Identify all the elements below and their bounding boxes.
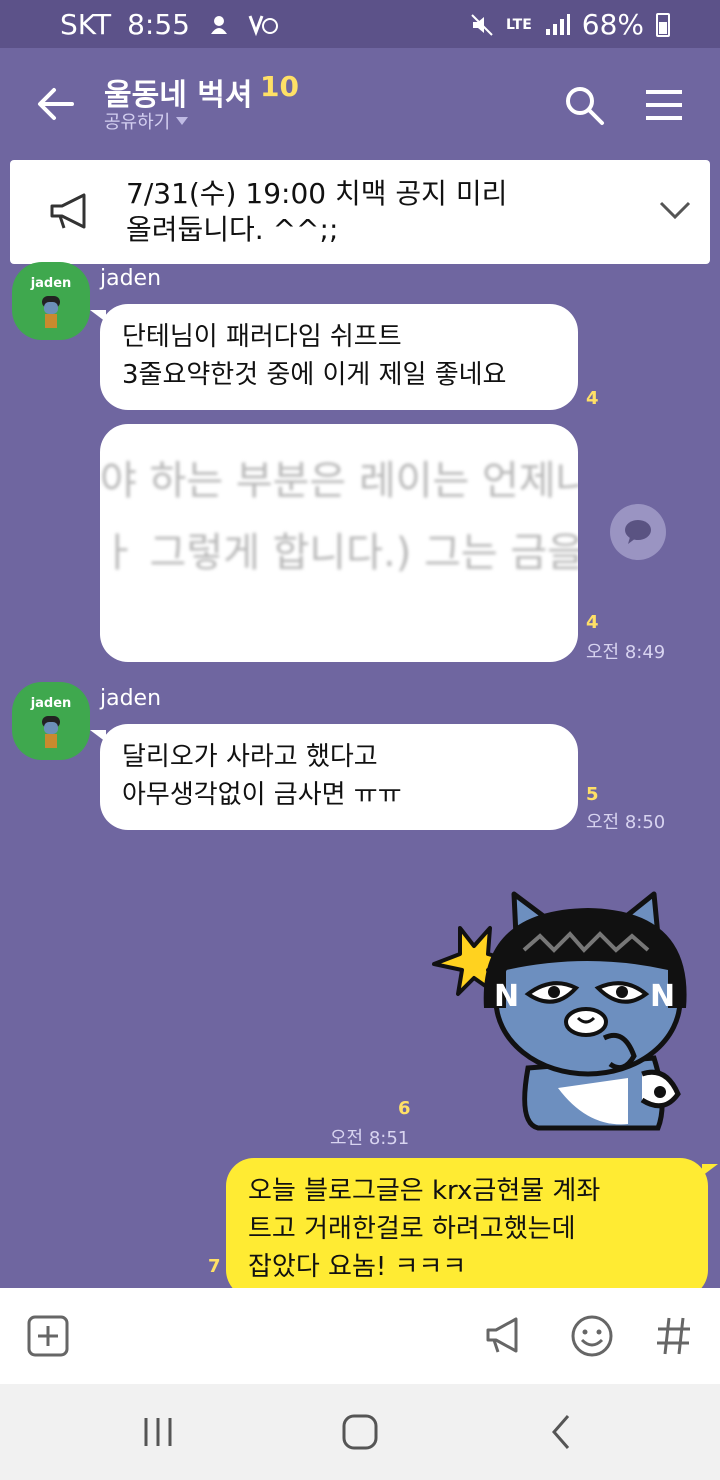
battery-icon xyxy=(656,12,670,37)
menu-icon[interactable] xyxy=(644,88,684,122)
member-count: 10 xyxy=(260,70,299,103)
character-icon xyxy=(42,296,60,328)
share-dropdown[interactable]: 공유하기 xyxy=(104,108,189,134)
character-icon xyxy=(42,716,60,748)
message-time: 오전 8:51 xyxy=(330,1128,410,1149)
image-text-line: 야 하는 부분은 레이는 언제나 xyxy=(100,458,578,504)
chevron-down-icon[interactable] xyxy=(658,198,692,222)
message-time: 오전 8:50 xyxy=(586,812,666,833)
system-nav-bar xyxy=(0,1384,720,1480)
image-message[interactable]: 야 하는 부분은 레이는 언제나 ㅏ 그렇게 합니다.) 그는 금을 xyxy=(100,424,578,662)
chat-header: 울동네 벅셔 10 공유하기 xyxy=(0,48,720,158)
carrier-label: SKT xyxy=(60,8,112,41)
share-button[interactable] xyxy=(610,504,666,560)
megaphone-icon xyxy=(50,193,86,229)
unread-count: 4 xyxy=(586,388,599,409)
avatar[interactable]: jaden xyxy=(12,682,90,760)
message-time: 오전 8:49 xyxy=(586,642,666,663)
unread-count: 5 xyxy=(586,784,599,805)
svg-text:N: N xyxy=(650,979,675,1014)
mute-icon xyxy=(471,13,493,36)
unread-count: 7 xyxy=(208,1256,221,1277)
plus-icon[interactable] xyxy=(26,1314,70,1358)
unread-count: 6 xyxy=(398,1098,411,1119)
search-icon[interactable] xyxy=(563,84,605,126)
sender-name: jaden xyxy=(100,266,162,291)
home-icon[interactable] xyxy=(340,1412,380,1452)
hash-icon[interactable] xyxy=(652,1314,696,1358)
avatar-label: jaden xyxy=(30,696,72,711)
input-bar xyxy=(0,1288,720,1384)
cat-sticker[interactable]: N N xyxy=(428,888,698,1138)
back-icon[interactable] xyxy=(542,1412,582,1452)
network-type: LTE xyxy=(506,16,532,33)
message-bubble[interactable]: 달리오가 사라고 했다고 아무생각없이 금사면 ㅠㅠ xyxy=(90,724,578,830)
sender-name: jaden xyxy=(100,686,162,711)
back-arrow-icon[interactable] xyxy=(36,84,76,124)
caret-down-icon xyxy=(176,117,189,125)
my-message-bubble[interactable]: 오늘 블로그글은 krx금현물 계좌 트고 거래한걸로 하려고했는데 잡았다 요… xyxy=(226,1158,718,1298)
speech-bubble-icon xyxy=(625,520,651,544)
notice-banner[interactable]: 7/31(수) 19:00 치맥 공지 미리 올려둡니다. ^^;; xyxy=(10,160,710,264)
status-left: SKT 8:55 xyxy=(60,8,280,41)
notice-text: 7/31(수) 19:00 치맥 공지 미리 올려둡니다. ^^;; xyxy=(126,177,508,246)
clock: 8:55 xyxy=(127,8,190,41)
status-right: LTE 68% xyxy=(470,8,670,41)
share-label: 공유하기 xyxy=(104,112,171,133)
app-notification-icon xyxy=(248,14,278,36)
megaphone-icon[interactable] xyxy=(484,1314,528,1358)
unread-count: 4 xyxy=(586,612,599,633)
status-bar: SKT 8:55 LTE 68% xyxy=(0,0,720,48)
notification-icon xyxy=(210,15,227,34)
message-bubble[interactable]: 단테님이 패러다임 쉬프트 3줄요약한것 중에 이게 제일 좋네요 xyxy=(90,304,578,410)
emoji-icon[interactable] xyxy=(570,1314,614,1358)
avatar-label: jaden xyxy=(30,276,72,291)
image-text-line: ㅏ 그렇게 합니다.) 그는 금을 xyxy=(100,530,578,576)
recents-icon[interactable] xyxy=(138,1412,178,1452)
signal-icon xyxy=(545,13,570,35)
svg-text:N: N xyxy=(494,979,519,1014)
avatar[interactable]: jaden xyxy=(12,262,90,340)
battery-percent: 68% xyxy=(581,8,644,41)
